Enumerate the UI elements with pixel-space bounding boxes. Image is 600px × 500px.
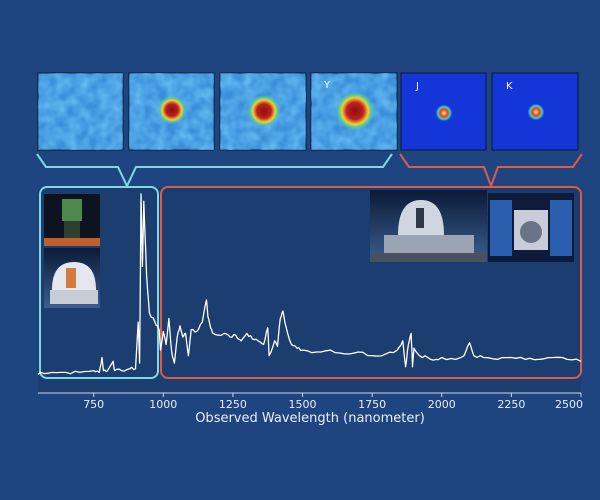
image-panel-6: K bbox=[491, 72, 579, 151]
optical-bracket-top bbox=[36, 153, 393, 189]
panel-label-4: Y bbox=[323, 80, 331, 91]
x-tick-label: 2000 bbox=[428, 398, 456, 411]
figure: Y J K 750 1000 1250 1500 1750 2000 2250 … bbox=[36, 72, 583, 426]
x-axis-title: Observed Wavelength (nanometer) bbox=[195, 411, 425, 426]
x-tick-label: 1500 bbox=[289, 398, 317, 411]
x-tick-label: 1750 bbox=[358, 398, 386, 411]
x-tick-label: 2500 bbox=[555, 398, 583, 411]
x-tick-label: 750 bbox=[83, 398, 104, 411]
x-tick-label: 2250 bbox=[497, 398, 525, 411]
infrared-bracket-top bbox=[399, 153, 583, 189]
image-panel-2 bbox=[128, 72, 215, 151]
image-panel-4: Y bbox=[310, 72, 398, 151]
x-tick-label: 1000 bbox=[149, 398, 177, 411]
x-ticks: 750 1000 1250 1500 1750 2000 2250 2500 bbox=[83, 393, 583, 411]
observatory-photo-optical-2 bbox=[44, 248, 100, 308]
observatory-photo-infrared-1 bbox=[370, 190, 487, 262]
panel-row: Y J K bbox=[37, 72, 579, 151]
observatory-photo-optical-1 bbox=[44, 194, 100, 246]
x-tick-label: 1250 bbox=[219, 398, 247, 411]
panel-label-5: J bbox=[415, 81, 419, 92]
panel-label-6: K bbox=[506, 81, 513, 92]
image-panel-5: J bbox=[400, 72, 487, 151]
image-panel-1 bbox=[37, 72, 124, 151]
observatory-photo-infrared-2 bbox=[488, 193, 574, 262]
image-panel-3 bbox=[219, 72, 307, 151]
